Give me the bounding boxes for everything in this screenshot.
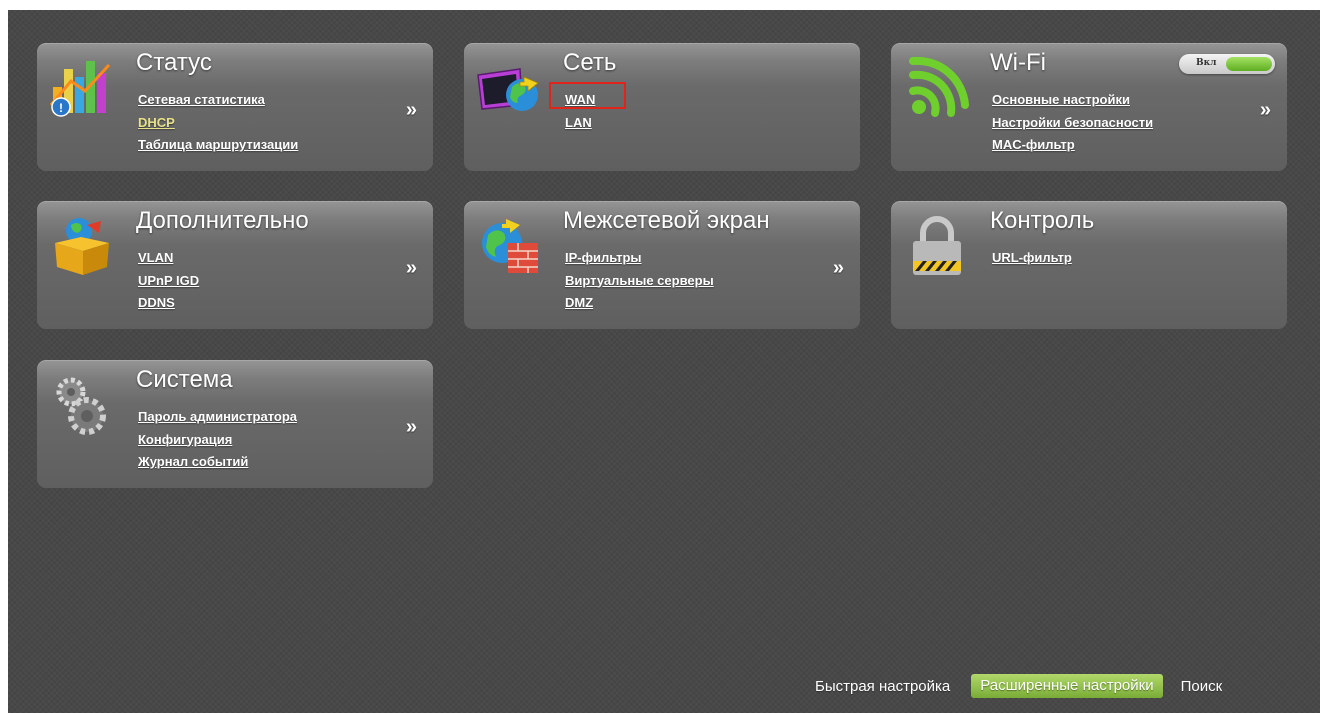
quick-setup-tab[interactable]: Быстрая настройка	[815, 678, 950, 695]
more-button[interactable]: »	[1260, 99, 1271, 122]
panel-title: Wi-Fi	[990, 49, 1046, 76]
more-button[interactable]: »	[406, 257, 417, 280]
panel-firewall: Межсетевой экран IP-фильтры Виртуальные …	[464, 201, 860, 329]
link-ddns[interactable]: DDNS	[138, 292, 175, 315]
globe-monitor-icon	[477, 68, 539, 111]
svg-text:!: !	[59, 101, 63, 115]
link-mac-filter[interactable]: MAC-фильтр	[992, 134, 1075, 157]
gears-icon	[56, 377, 106, 435]
link-admin-password[interactable]: Пароль администратора	[138, 406, 297, 429]
router-dashboard: ! Статус Сетевая статистика DHCP Таблица…	[8, 10, 1320, 713]
panel-title: Сеть	[563, 49, 617, 76]
wifi-toggle-label: Вкл	[1196, 58, 1217, 68]
wifi-toggle[interactable]: Вкл	[1179, 54, 1275, 74]
link-basic-settings[interactable]: Основные настройки	[992, 89, 1130, 112]
more-button[interactable]: »	[406, 416, 417, 439]
bottom-nav: Быстрая настройка Расширенные настройки …	[815, 672, 1222, 700]
panel-wifi: Wi-Fi Вкл Основные настройки Настройки б…	[891, 43, 1287, 171]
panel-status: ! Статус Сетевая статистика DHCP Таблица…	[37, 43, 433, 171]
panel-system: Система Пароль администратора Конфигурац…	[37, 360, 433, 488]
more-button[interactable]: »	[406, 99, 417, 122]
toggle-knob	[1226, 57, 1272, 71]
advanced-settings-tab[interactable]: Расширенные настройки	[971, 674, 1163, 698]
wan-highlight-box	[549, 82, 626, 109]
link-ip-filters[interactable]: IP-фильтры	[565, 247, 642, 270]
search-tab[interactable]: Поиск	[1181, 678, 1223, 695]
link-url-filter[interactable]: URL-фильтр	[992, 247, 1072, 270]
link-lan[interactable]: LAN	[565, 112, 592, 135]
padlock-icon	[913, 216, 961, 275]
link-security-settings[interactable]: Настройки безопасности	[992, 112, 1153, 135]
link-routing-table[interactable]: Таблица маршрутизации	[138, 134, 298, 157]
link-dmz[interactable]: DMZ	[565, 292, 593, 315]
link-upnp-igd[interactable]: UPnP IGD	[138, 270, 199, 293]
panel-advanced: Дополнительно VLAN UPnP IGD DDNS »	[37, 201, 433, 329]
link-vlan[interactable]: VLAN	[138, 247, 173, 270]
panel-control: Контроль URL-фильтр	[891, 201, 1287, 329]
package-box-icon	[55, 218, 109, 275]
link-network-statistics[interactable]: Сетевая статистика	[138, 89, 265, 112]
panel-title: Контроль	[990, 207, 1095, 234]
panel-title: Межсетевой экран	[563, 207, 770, 234]
link-event-log[interactable]: Журнал событий	[138, 451, 248, 474]
link-dhcp[interactable]: DHCP	[138, 112, 175, 135]
link-configuration[interactable]: Конфигурация	[138, 429, 232, 452]
more-button[interactable]: »	[833, 257, 844, 280]
link-virtual-servers[interactable]: Виртуальные серверы	[565, 270, 714, 293]
chart-bars-icon: !	[49, 61, 111, 117]
firewall-globe-icon	[482, 219, 538, 273]
wifi-icon	[909, 56, 969, 117]
panel-title: Дополнительно	[136, 207, 309, 234]
panel-network: Сеть WAN LAN	[464, 43, 860, 171]
panel-title: Статус	[136, 49, 212, 76]
panel-title: Система	[136, 366, 233, 393]
